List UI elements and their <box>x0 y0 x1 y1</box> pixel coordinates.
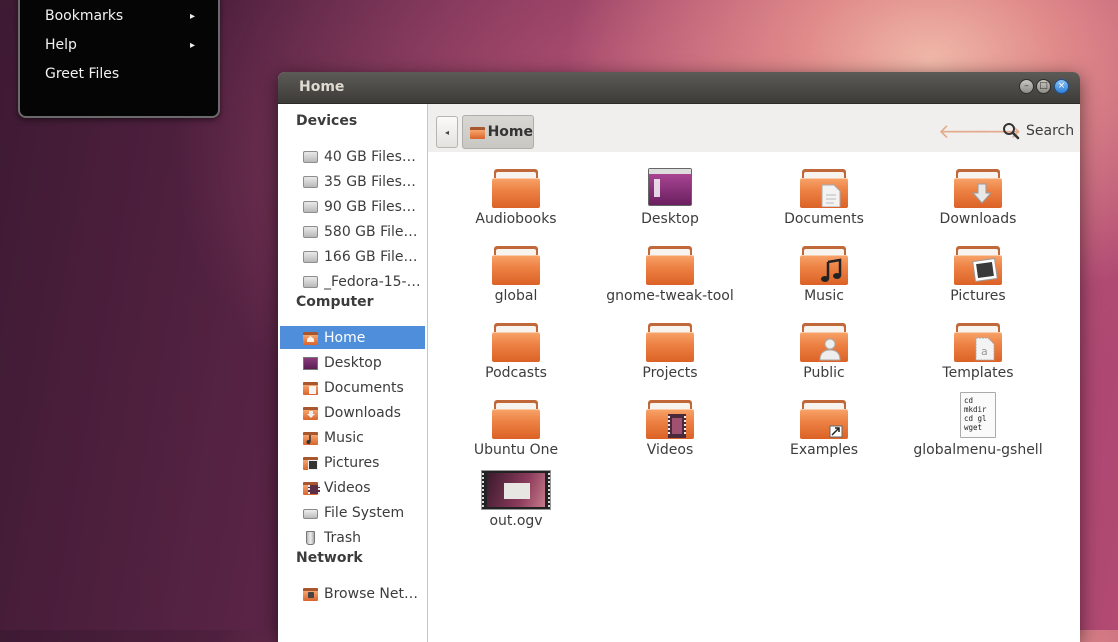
window-titlebar[interactable]: Home – □ × <box>278 72 1080 104</box>
drive-icon <box>303 275 318 289</box>
path-scroll-left-button[interactable]: ◂ <box>436 116 458 148</box>
sidebar-item-desktop[interactable]: Desktop <box>280 351 425 374</box>
drive-icon <box>303 175 318 189</box>
sidebar-item-browse-network[interactable]: Browse Network <box>280 582 425 605</box>
file-item[interactable]: Pictures <box>908 245 1048 304</box>
filesystem-icon <box>303 506 318 520</box>
location-toolbar: ◂ Home 🡐 🡒 Search <box>428 104 1080 152</box>
home-folder-icon <box>303 331 318 345</box>
documents-folder-icon <box>800 168 848 208</box>
sidebar-item-documents[interactable]: Documents <box>280 376 425 399</box>
file-item[interactable]: Projects <box>600 322 740 381</box>
folder-icon <box>646 245 694 285</box>
file-item[interactable]: Examples <box>754 399 894 458</box>
videos-folder-icon <box>646 399 694 439</box>
sidebar-item-downloads[interactable]: Downloads <box>280 401 425 424</box>
file-item[interactable]: gnome-tweak-tool <box>600 245 740 304</box>
file-item[interactable]: Podcasts <box>446 322 586 381</box>
documents-folder-icon <box>303 381 318 395</box>
close-button[interactable]: × <box>1054 79 1069 94</box>
pictures-folder-icon <box>303 456 318 470</box>
sidebar-heading-devices: Devices <box>296 113 358 129</box>
music-folder-icon <box>800 245 848 285</box>
minimize-button[interactable]: – <box>1019 79 1034 94</box>
menu-item-help[interactable]: Help ▸ <box>45 37 195 53</box>
file-item[interactable]: Public <box>754 322 894 381</box>
desktop-folder-icon <box>646 168 694 208</box>
file-manager-window: Home – □ × Devices 40 GB Filesystem 35 G… <box>278 72 1080 642</box>
folder-icon <box>492 245 540 285</box>
file-item[interactable]: Downloads <box>908 168 1048 227</box>
file-item[interactable]: Desktop <box>600 168 740 227</box>
sidebar-item-device[interactable]: 35 GB Filesystem <box>280 170 425 193</box>
templates-folder-icon: a <box>954 322 1002 362</box>
sidebar-item-pictures[interactable]: Pictures <box>280 451 425 474</box>
file-grid: Audiobooks Desktop Documents Downloads g… <box>428 152 1080 642</box>
svg-text:a: a <box>981 345 988 358</box>
sidebar-item-device[interactable]: _Fedora-15-x86_64 <box>280 270 425 293</box>
search-icon <box>1003 123 1020 140</box>
file-item[interactable]: Documents <box>754 168 894 227</box>
menu-item-greet-files[interactable]: Greet Files <box>45 66 195 82</box>
music-folder-icon <box>303 431 318 445</box>
public-folder-icon <box>800 322 848 362</box>
sidebar-heading-network: Network <box>296 550 363 566</box>
folder-icon <box>492 168 540 208</box>
drive-icon <box>303 225 318 239</box>
places-sidebar: Devices 40 GB Filesystem 35 GB Filesyste… <box>278 104 428 642</box>
home-folder-icon <box>470 126 485 139</box>
network-icon <box>303 587 318 601</box>
submenu-arrow-icon: ▸ <box>189 39 195 51</box>
sidebar-heading-computer: Computer <box>296 294 374 310</box>
sidebar-item-file-system[interactable]: File System <box>280 501 425 524</box>
file-item[interactable]: Videos <box>600 399 740 458</box>
folder-icon <box>492 399 540 439</box>
file-item[interactable]: Audiobooks <box>446 168 586 227</box>
desktop-icon <box>303 356 318 370</box>
sidebar-item-device[interactable]: 40 GB Filesystem <box>280 145 425 168</box>
window-title: Home <box>299 79 345 95</box>
examples-link-folder-icon <box>800 399 848 439</box>
downloads-folder-icon <box>303 406 318 420</box>
shell-script-icon: cd mkdir cd gl wget <box>954 392 1002 439</box>
sidebar-item-music[interactable]: Music <box>280 426 425 449</box>
file-item[interactable]: Ubuntu One <box>446 399 586 458</box>
video-thumbnail-icon <box>481 470 551 510</box>
app-menu-popup: Go ▸ Bookmarks ▸ Help ▸ Greet Files <box>18 0 220 118</box>
folder-icon <box>492 322 540 362</box>
sidebar-item-device[interactable]: 580 GB Filesystem <box>280 220 425 243</box>
menu-item-bookmarks[interactable]: Bookmarks ▸ <box>45 8 195 24</box>
maximize-button[interactable]: □ <box>1036 79 1051 94</box>
file-item[interactable]: Music <box>754 245 894 304</box>
sidebar-item-device[interactable]: 90 GB Filesystem <box>280 195 425 218</box>
submenu-arrow-icon: ▸ <box>189 10 195 22</box>
breadcrumb-home[interactable]: Home <box>462 115 534 149</box>
folder-icon <box>646 322 694 362</box>
file-item[interactable]: out.ogv <box>446 470 586 529</box>
drive-icon <box>303 150 318 164</box>
file-item[interactable]: a Templates <box>908 322 1048 381</box>
sidebar-item-videos[interactable]: Videos <box>280 476 425 499</box>
videos-folder-icon <box>303 481 320 495</box>
pictures-folder-icon <box>954 245 1002 285</box>
drive-icon <box>303 200 318 214</box>
file-item[interactable]: global <box>446 245 586 304</box>
sidebar-item-trash[interactable]: Trash <box>280 526 425 549</box>
drive-icon <box>303 250 318 264</box>
downloads-folder-icon <box>954 168 1002 208</box>
sidebar-item-device[interactable]: 166 GB Filesystem <box>280 245 425 268</box>
sidebar-item-home[interactable]: Home <box>280 326 425 349</box>
file-item[interactable]: cd mkdir cd gl wget globalmenu-gshell <box>908 392 1048 458</box>
search-button[interactable]: Search <box>1002 122 1074 140</box>
trash-icon <box>303 530 318 545</box>
